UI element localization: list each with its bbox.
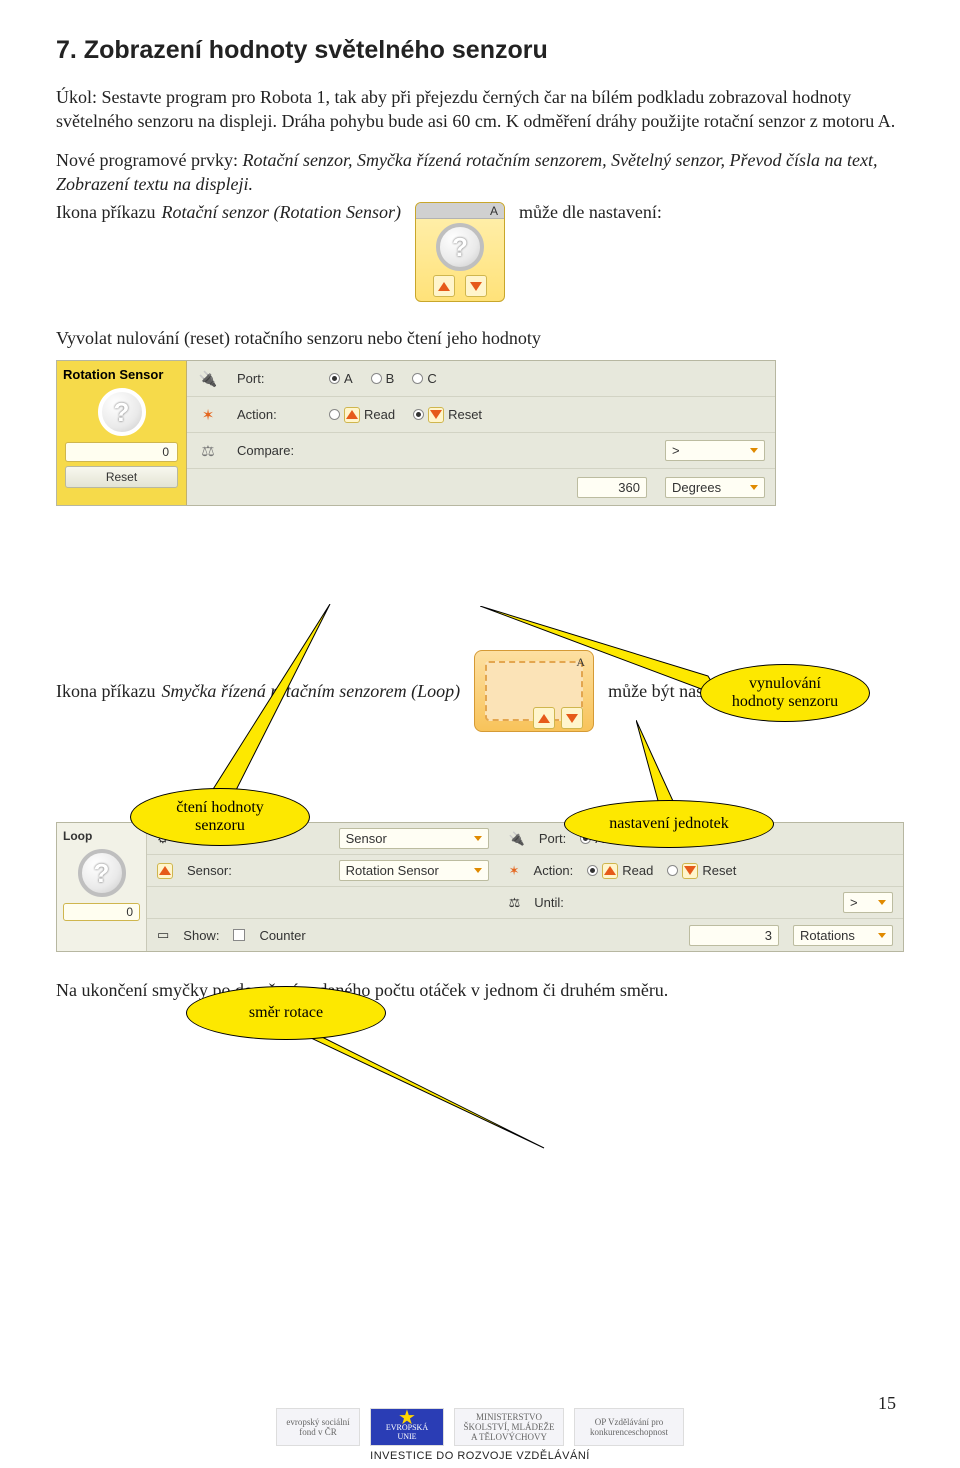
- until-op-select[interactable]: >: [843, 892, 893, 913]
- count-value-field[interactable]: 3: [689, 925, 779, 946]
- task-paragraph: Úkol: Sestavte program pro Robota 1, tak…: [56, 85, 904, 134]
- compare-label: Compare:: [237, 443, 311, 458]
- compare-value-field[interactable]: 360: [577, 477, 647, 498]
- arrow-up-icon: [533, 707, 555, 729]
- rotation-sensor-block-icon: A ?: [415, 202, 505, 302]
- control-select[interactable]: Sensor: [339, 828, 489, 849]
- panel1-reset-button[interactable]: Reset: [65, 466, 178, 488]
- rotation-sentence-prefix: Ikona příkazu: [56, 202, 155, 223]
- scale-icon: ⚖: [509, 895, 521, 911]
- footer-text: INVESTICE DO ROZVOJE VZDĚLÁVÁNÍ: [0, 1450, 960, 1462]
- display-icon: ▭: [157, 927, 169, 943]
- panel1-title: Rotation Sensor: [63, 367, 180, 382]
- pointer-line: [294, 1030, 554, 1160]
- sensor-select[interactable]: Rotation Sensor: [339, 860, 489, 881]
- page-title: 7. Zobrazení hodnoty světelného senzoru: [56, 36, 904, 65]
- action-reset-radio[interactable]: Reset: [413, 407, 482, 423]
- port-c-radio[interactable]: C: [412, 371, 436, 386]
- star-icon: ✶: [509, 863, 520, 879]
- elements-paragraph: Nové programové prvky: Rotační senzor, S…: [56, 148, 904, 197]
- chevron-down-icon: [474, 868, 482, 873]
- star-icon: ✶: [197, 404, 219, 426]
- action-read-radio[interactable]: Read: [329, 407, 395, 423]
- rotation-sentence-suffix: může dle nastavení:: [519, 202, 662, 223]
- callout-direction: směr rotace: [186, 986, 386, 1040]
- question-mark-icon: ?: [78, 849, 126, 897]
- loop-sentence-prefix: Ikona příkazu: [56, 681, 155, 702]
- sensor-label: Sensor:: [187, 863, 232, 878]
- loop-action-reset-radio[interactable]: Reset: [667, 863, 736, 879]
- panel1-value-field[interactable]: 0: [65, 442, 178, 462]
- esf-logo: evropský sociální fond v ČR: [276, 1408, 360, 1446]
- counter-checkbox[interactable]: [233, 929, 245, 941]
- panel2-counter-value[interactable]: 0: [63, 903, 140, 921]
- arrow-down-icon: [682, 863, 698, 879]
- chevron-down-icon: [750, 485, 758, 490]
- callout-units: nastavení jednotek: [564, 800, 774, 848]
- count-unit-select[interactable]: Rotations: [793, 925, 893, 946]
- p2-prefix: Nové programové prvky:: [56, 150, 242, 170]
- rotation-sentence-italic: Rotační senzor (Rotation Sensor): [161, 202, 400, 223]
- arrow-down-icon: [428, 407, 444, 423]
- reset-read-paragraph: Vyvolat nulování (reset) rotačního senzo…: [56, 326, 904, 350]
- loop-action-read-radio[interactable]: Read: [587, 863, 653, 879]
- op-logo: OP Vzdělávání pro konkurenceschopnost: [574, 1408, 684, 1446]
- pointer-line: [200, 604, 400, 804]
- port-a-radio[interactable]: A: [329, 371, 353, 386]
- rotation-block-port-letter: A: [490, 204, 498, 218]
- arrow-up-icon: [344, 407, 360, 423]
- port-label: Port:: [539, 831, 566, 846]
- chevron-down-icon: [750, 448, 758, 453]
- chevron-down-icon: [878, 933, 886, 938]
- arrow-down-icon: [465, 275, 487, 297]
- unit-select[interactable]: Degrees: [665, 477, 765, 498]
- callout-read: čtení hodnoty senzoru: [130, 788, 310, 846]
- counter-label: Counter: [259, 928, 305, 943]
- arrow-down-icon: [561, 707, 583, 729]
- arrow-up-icon: [157, 863, 173, 879]
- footer: evropský sociální fond v ČR ★EVROPSKÁ UN…: [0, 1408, 960, 1462]
- action-label: Action:: [237, 407, 311, 422]
- chevron-down-icon: [878, 900, 886, 905]
- arrow-up-icon: [602, 863, 618, 879]
- msmt-logo: MINISTERSTVO ŠKOLSTVÍ, MLÁDEŽE A TĚLOVÝC…: [454, 1408, 564, 1446]
- eu-flag-logo: ★EVROPSKÁ UNIE: [370, 1408, 444, 1446]
- scale-icon: ⚖: [197, 440, 219, 462]
- port-label: Port:: [237, 371, 311, 386]
- rotation-sensor-panel: Rotation Sensor ? 0 Reset 🔌 Port: A B C …: [56, 360, 776, 506]
- loop-end-paragraph: Na ukončení smyčky po dosažení zadaného …: [56, 978, 904, 1002]
- question-mark-icon: ?: [98, 388, 146, 436]
- show-label: Show:: [183, 928, 219, 943]
- until-label: Until:: [534, 895, 564, 910]
- action-label: Action:: [534, 863, 574, 878]
- arrow-up-icon: [433, 275, 455, 297]
- chevron-down-icon: [474, 836, 482, 841]
- compare-op-select[interactable]: >: [665, 440, 765, 461]
- panel2-title: Loop: [63, 829, 140, 843]
- callout-reset: vynulování hodnoty senzoru: [700, 664, 870, 722]
- question-mark-icon: ?: [436, 223, 484, 271]
- port-b-radio[interactable]: B: [371, 371, 395, 386]
- plug-icon: 🔌: [197, 368, 219, 390]
- plug-icon: 🔌: [509, 831, 525, 847]
